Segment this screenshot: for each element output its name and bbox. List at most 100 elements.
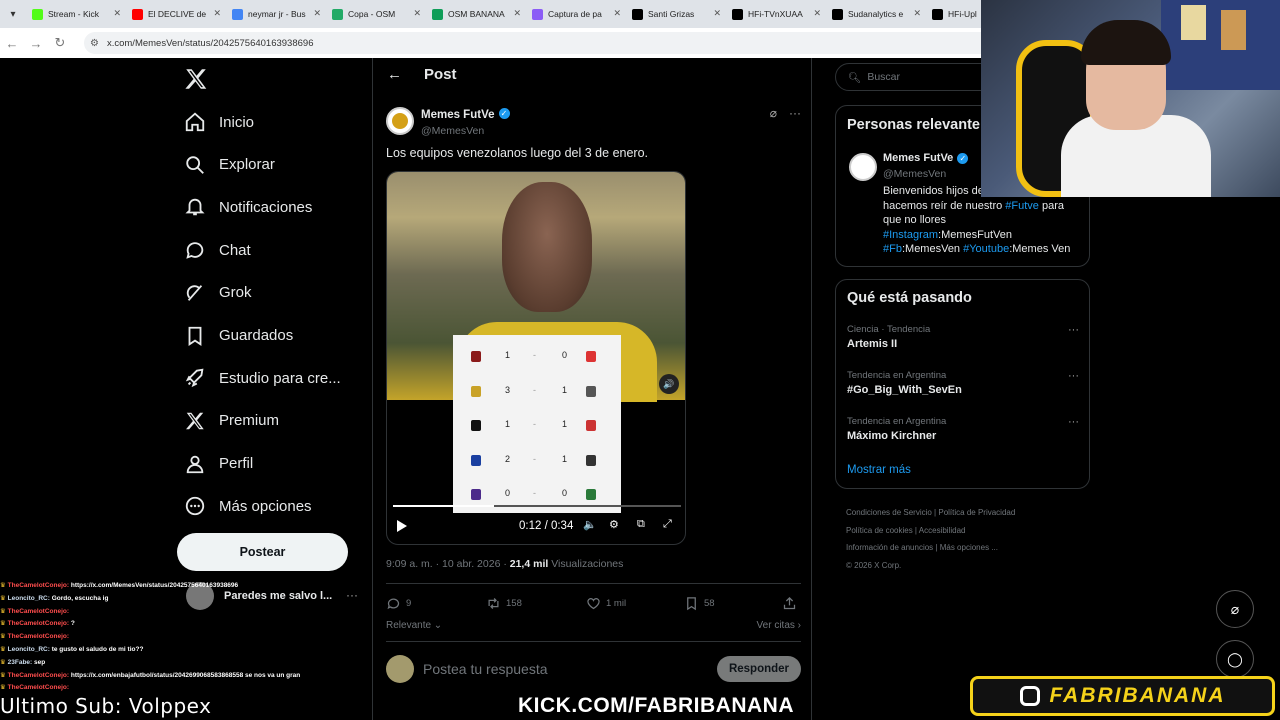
- footer-links: Condiciones de Servicio | Política de Pr…: [846, 504, 1086, 574]
- close-icon[interactable]: ✕: [813, 8, 821, 19]
- volume-control-icon[interactable]: 🔈: [583, 518, 597, 531]
- show-more-link[interactable]: Mostrar más: [847, 464, 911, 476]
- close-icon[interactable]: ✕: [113, 8, 121, 19]
- close-icon[interactable]: ✕: [913, 8, 921, 19]
- relevant-avatar[interactable]: [849, 153, 877, 181]
- video-player[interactable]: 🔊 1 - 0 3 - 1 1 - 1 2 - 1 0 - 0 0:12 / 0:34 🔈 ⚙ ⧉ ⤢: [386, 171, 686, 545]
- chat-username: 23Fabe:: [7, 658, 33, 666]
- footer-link[interactable]: Información de anuncios: [846, 543, 933, 552]
- close-icon[interactable]: ✕: [413, 8, 421, 19]
- author-handle: @MemesVen: [421, 125, 485, 137]
- close-icon[interactable]: ✕: [213, 8, 221, 19]
- post-stats: 9 158 1 mil 58: [386, 596, 801, 616]
- trend-item[interactable]: Ciencia · Tendencia Artemis II ···: [847, 324, 1079, 350]
- hashtag-link[interactable]: #Fb: [883, 243, 902, 255]
- hashtag-link[interactable]: #Futve: [1005, 200, 1039, 212]
- post-button[interactable]: Postear: [177, 533, 348, 571]
- browser-tab[interactable]: OSM BANANA ✕: [426, 3, 526, 25]
- badge-icon: ♛: [0, 607, 8, 615]
- footer-link[interactable]: Accesibilidad: [919, 526, 966, 535]
- fullscreen-icon[interactable]: ⤢: [663, 518, 672, 531]
- close-icon[interactable]: ✕: [713, 8, 721, 19]
- repost-stat[interactable]: 158: [486, 596, 522, 611]
- browser-tab[interactable]: Captura de pa ✕: [526, 3, 626, 25]
- relevant-name[interactable]: Memes FutVe: [883, 152, 953, 164]
- nav-item-más-opciones[interactable]: Más opciones: [184, 491, 312, 521]
- share-stat[interactable]: [782, 596, 802, 611]
- video-progress-bar[interactable]: [393, 505, 681, 507]
- more-options-icon[interactable]: ···: [789, 106, 801, 120]
- post-timestamp[interactable]: 9:09 a. m. · 10 abr. 2026 ·: [386, 558, 510, 570]
- nav-item-estudio-para-cre[interactable]: Estudio para cre...: [184, 363, 341, 393]
- trend-item[interactable]: Tendencia en Argentina #Go_Big_With_SevEn…: [847, 370, 1079, 396]
- nav-item-perfil[interactable]: Perfil: [184, 449, 253, 479]
- nav-item-grok[interactable]: Grok: [184, 278, 252, 308]
- close-icon[interactable]: ✕: [313, 8, 321, 19]
- reply-input[interactable]: Postea tu respuesta: [423, 661, 548, 677]
- nav-item-notificaciones[interactable]: Notificaciones: [184, 192, 312, 222]
- site-settings-icon[interactable]: ⚙: [90, 38, 99, 49]
- post-author[interactable]: Memes FutVe ✓ @MemesVen: [386, 105, 510, 137]
- forward-icon[interactable]: →: [24, 36, 48, 51]
- bookmark-icon: [188, 326, 202, 346]
- like-stat[interactable]: 1 mil: [586, 596, 626, 611]
- browser-tab[interactable]: HFi-TVnXUAA ✕: [726, 3, 826, 25]
- footer-link[interactable]: © 2026 X Corp.: [846, 561, 901, 570]
- author-avatar[interactable]: [386, 107, 414, 135]
- more-icon[interactable]: ···: [1068, 416, 1079, 428]
- reply-button[interactable]: Responder: [717, 656, 801, 682]
- hashtag-link[interactable]: #Youtube: [963, 243, 1009, 255]
- nav-item-guardados[interactable]: Guardados: [184, 321, 293, 351]
- url-field[interactable]: ⚙ x.com/MemesVen/status/2042575640163938…: [84, 32, 1024, 54]
- footer-link[interactable]: Política de cookies: [846, 526, 913, 535]
- view-quotes-link[interactable]: Ver citas ›: [757, 620, 801, 631]
- close-icon[interactable]: ✕: [613, 8, 621, 19]
- results-table: 1 - 0 3 - 1 1 - 1 2 - 1 0 - 0: [453, 335, 621, 513]
- browser-tab[interactable]: Stream - Kick ✕: [26, 3, 126, 25]
- video-time: 0:12 / 0:34: [519, 520, 574, 532]
- more-icon[interactable]: ···: [1068, 324, 1079, 336]
- more-icon[interactable]: ···: [1068, 370, 1079, 382]
- tab-title: Sudanalytics e: [848, 9, 904, 19]
- volume-icon[interactable]: 🔊: [659, 374, 679, 394]
- browser-tab[interactable]: Sudanalytics e ✕: [826, 3, 926, 25]
- settings-icon[interactable]: ⚙: [609, 518, 619, 531]
- browser-tab[interactable]: Copa - OSM ✕: [326, 3, 426, 25]
- nav-item-premium[interactable]: Premium: [184, 406, 279, 436]
- footer-link[interactable]: Política de Privacidad: [938, 508, 1015, 517]
- badge-icon: ♛: [0, 671, 8, 679]
- grok-icon[interactable]: ⌀: [770, 106, 777, 120]
- browser-tab[interactable]: Santi Grizas ✕: [626, 3, 726, 25]
- chat-message: ♛ TheCamelotConejo:: [0, 606, 300, 619]
- nav-item-explorar[interactable]: Explorar: [184, 150, 275, 180]
- bookmark-stat[interactable]: 58: [684, 596, 715, 611]
- messages-float-icon[interactable]: ◯: [1216, 640, 1254, 678]
- play-icon[interactable]: [397, 520, 407, 532]
- footer-link[interactable]: Condiciones de Servicio: [846, 508, 932, 517]
- footer-link[interactable]: Más opciones ...: [940, 543, 998, 552]
- post-text: Los equipos venezolanos luego del 3 de e…: [386, 146, 649, 160]
- close-icon[interactable]: ✕: [513, 8, 521, 19]
- nav-item-label: Inicio: [219, 113, 255, 131]
- tab-search-icon[interactable]: ▾: [0, 0, 26, 28]
- browser-tab[interactable]: neymar jr - Bus ✕: [226, 3, 326, 25]
- home-score: 1: [505, 419, 511, 429]
- chat-icon: [186, 242, 204, 259]
- author-name[interactable]: Memes FutVe: [421, 109, 495, 121]
- back-icon[interactable]: ←: [0, 36, 24, 51]
- main-column: ← Post Memes FutVe ✓ @MemesVen ⌀ ··· Los …: [372, 58, 812, 720]
- chat-message: ♛ TheCamelotConejo: https://x.com/MemesV…: [0, 580, 300, 593]
- nav-item-inicio[interactable]: Inicio: [184, 107, 254, 137]
- trend-item[interactable]: Tendencia en Argentina Máximo Kirchner ···: [847, 416, 1079, 442]
- back-arrow-icon[interactable]: ←: [387, 66, 402, 83]
- grok-float-icon[interactable]: ⌀: [1216, 590, 1254, 628]
- browser-tab[interactable]: El DECLIVE de ✕: [126, 3, 226, 25]
- picture-in-picture-icon[interactable]: ⧉: [637, 518, 645, 531]
- reload-icon[interactable]: ↻: [48, 35, 72, 51]
- hashtag-link[interactable]: #Instagram: [883, 229, 938, 241]
- x-logo-icon[interactable]: [183, 66, 209, 92]
- sort-dropdown[interactable]: Relevante ⌄: [386, 620, 442, 631]
- reply-stat[interactable]: 9: [386, 596, 411, 611]
- nav-item-chat[interactable]: Chat: [184, 235, 251, 265]
- nav-item-label: Premium: [219, 412, 280, 430]
